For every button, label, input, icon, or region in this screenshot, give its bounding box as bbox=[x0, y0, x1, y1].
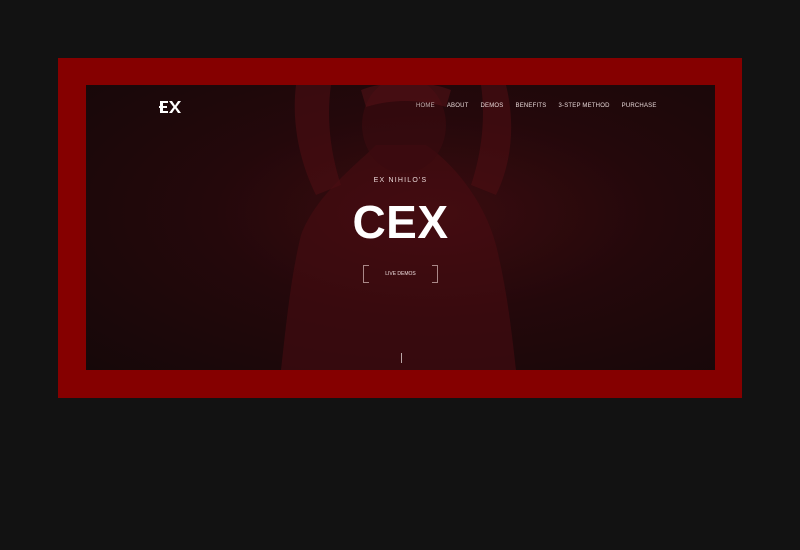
hero-title: CEX bbox=[352, 196, 449, 248]
main-navigation: HOME ABOUT DEMOS BENEFITS 3-STEP METHOD … bbox=[416, 103, 657, 109]
live-demos-label: LIVE DEMOS bbox=[385, 271, 416, 277]
live-demos-button[interactable]: LIVE DEMOS bbox=[363, 265, 438, 283]
nav-item-3-step-method[interactable]: 3-STEP METHOD bbox=[558, 103, 609, 109]
hero-section: HOME ABOUT DEMOS BENEFITS 3-STEP METHOD … bbox=[86, 85, 715, 370]
nav-item-demos[interactable]: DEMOS bbox=[480, 103, 503, 109]
hero-frame: HOME ABOUT DEMOS BENEFITS 3-STEP METHOD … bbox=[58, 58, 742, 398]
scroll-indicator[interactable] bbox=[401, 353, 402, 363]
brand-logo[interactable] bbox=[158, 98, 184, 116]
bracket-left bbox=[363, 265, 369, 283]
nav-item-benefits[interactable]: BENEFITS bbox=[516, 103, 547, 109]
hero-subtitle: EX NIHILO'S bbox=[373, 177, 428, 184]
bracket-right bbox=[432, 265, 438, 283]
nav-item-home[interactable]: HOME bbox=[416, 103, 435, 109]
nav-item-about[interactable]: ABOUT bbox=[447, 103, 469, 109]
nav-item-purchase[interactable]: PURCHASE bbox=[622, 103, 657, 109]
